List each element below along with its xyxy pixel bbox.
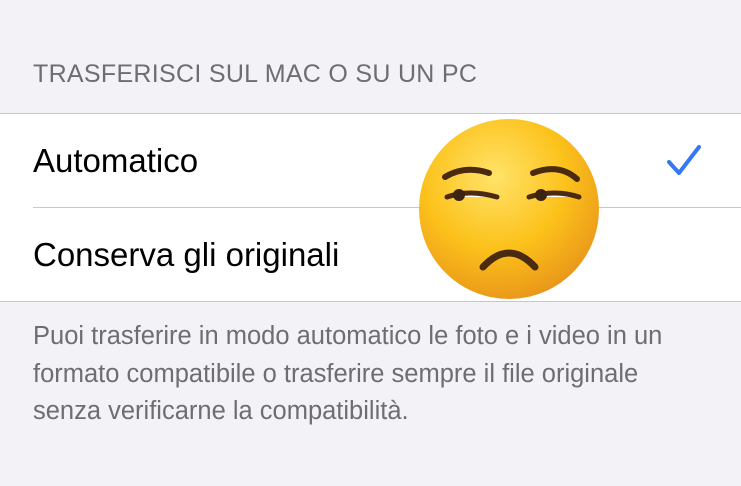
checkmark-icon xyxy=(667,145,701,175)
option-label: Automatico xyxy=(33,142,199,179)
options-group: Automatico Conserva gli originali xyxy=(0,113,741,302)
settings-screen: TRASFERISCI SUL MAC O SU UN PC Automatic… xyxy=(0,0,741,486)
option-conserva-originali[interactable]: Conserva gli originali xyxy=(0,208,741,302)
option-automatico[interactable]: Automatico xyxy=(0,114,741,208)
footer-description: Puoi trasferire in modo automatico le fo… xyxy=(33,322,663,425)
option-label: Conserva gli originali xyxy=(33,236,340,273)
unamused-face-emoji-icon xyxy=(419,119,599,299)
section-header: TRASFERISCI SUL MAC O SU UN PC xyxy=(33,60,478,88)
